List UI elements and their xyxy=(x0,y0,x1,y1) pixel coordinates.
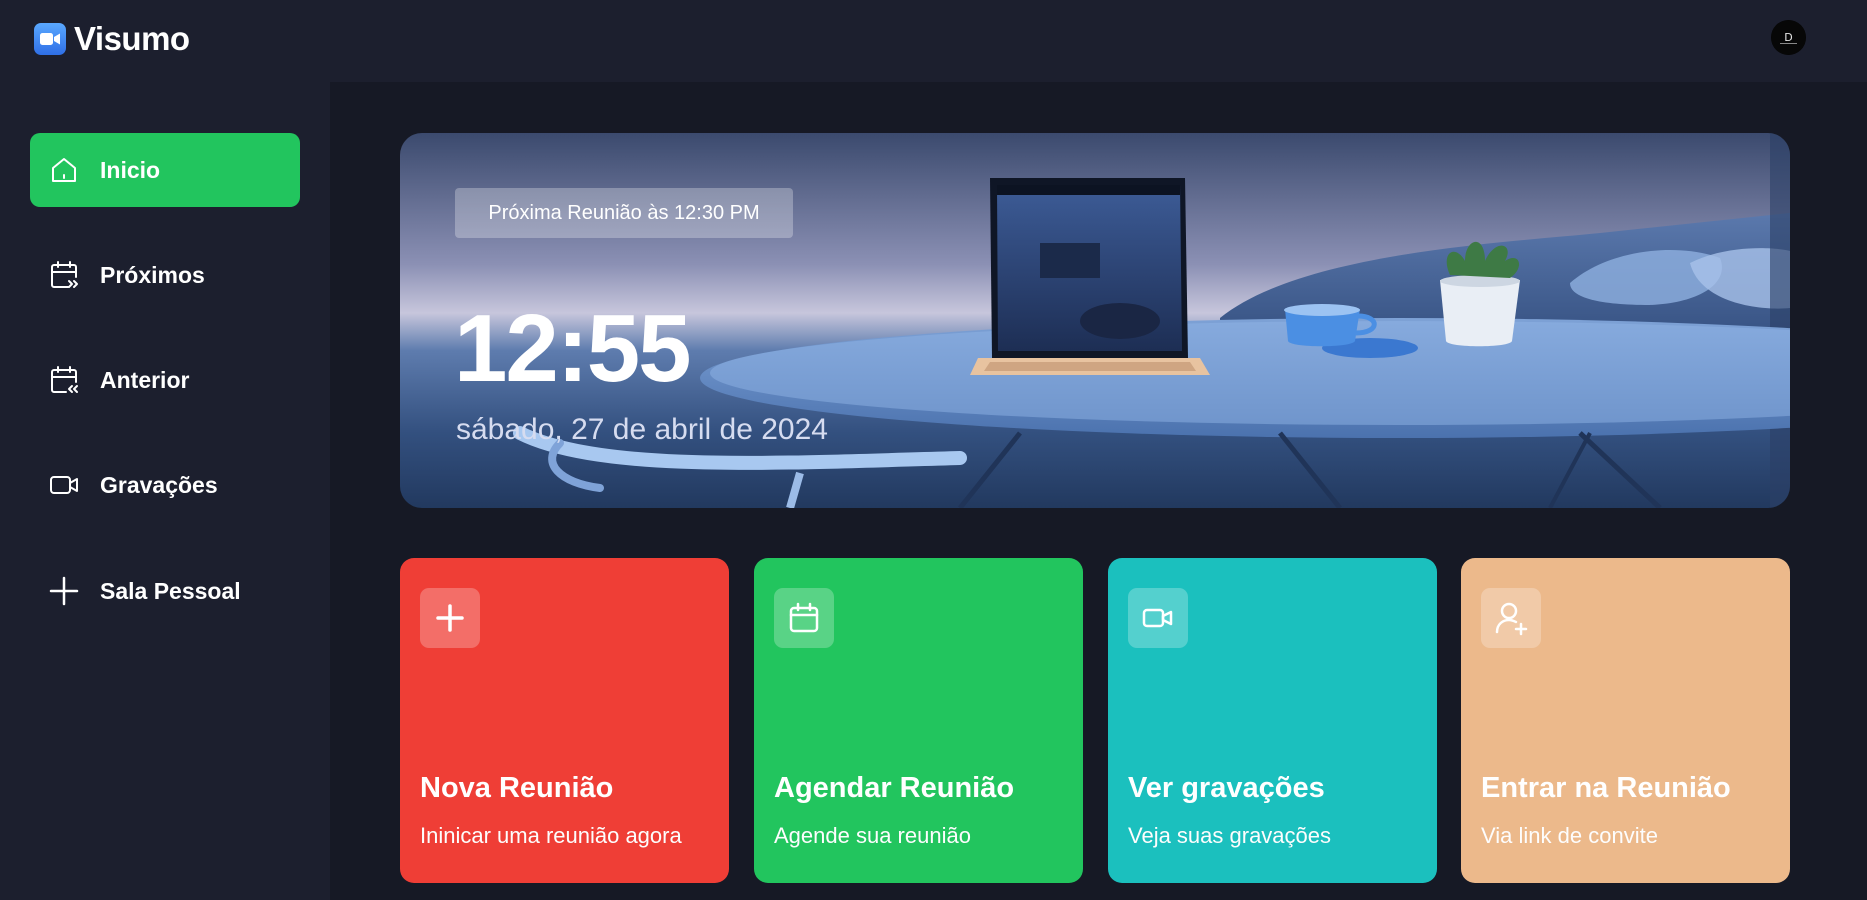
sidebar-item-label: Inicio xyxy=(100,156,161,183)
video-icon xyxy=(48,469,80,501)
card-subtitle: Via link de convite xyxy=(1481,823,1658,848)
brand[interactable]: Visumo xyxy=(34,20,190,58)
svg-text:D: D xyxy=(1784,31,1792,44)
current-time: 12:55 xyxy=(454,295,692,402)
current-date: sábado, 27 de abril de 2024 xyxy=(456,413,828,446)
home-icon xyxy=(48,154,80,186)
card-title: Entrar na Reunião xyxy=(1481,772,1731,804)
card-title: Ver gravações xyxy=(1128,772,1325,804)
sidebar-item-inicio[interactable]: Inicio xyxy=(30,133,300,207)
calendar-next-icon xyxy=(48,259,80,291)
calendar-previous-icon xyxy=(48,364,80,396)
card-subtitle: Agende sua reunião xyxy=(774,823,971,848)
sidebar-item-label: Próximos xyxy=(100,261,205,288)
video-camera-icon xyxy=(34,23,66,55)
card-subtitle: Veja suas gravações xyxy=(1128,823,1332,848)
next-meeting-badge: Próxima Reunião às 12:30 PM xyxy=(455,188,793,238)
sidebar-item-label: Sala Pessoal xyxy=(100,577,241,604)
sidebar-item-proximos[interactable]: Próximos xyxy=(30,238,300,312)
hero-banner: Próxima Reunião às 12:30 PM 12:55 sábado… xyxy=(400,133,1790,508)
plus-icon xyxy=(48,575,80,607)
sidebar-item-gravacoes[interactable]: Gravações xyxy=(30,448,300,522)
sidebar-item-anterior[interactable]: Anterior xyxy=(30,343,300,417)
sidebar-item-label: Anterior xyxy=(100,366,190,393)
top-bar: Visumo D xyxy=(0,0,1867,82)
avatar[interactable]: D xyxy=(1771,20,1806,55)
plus-icon xyxy=(420,588,480,648)
join-meeting-card[interactable]: Entrar na Reunião Via link de convite xyxy=(1461,558,1790,883)
card-subtitle: Ininicar uma reunião agora xyxy=(420,823,682,848)
brand-name: Visumo xyxy=(74,20,190,57)
sidebar-item-sala-pessoal[interactable]: Sala Pessoal xyxy=(30,554,300,628)
recordings-card[interactable]: Ver gravações Veja suas gravações xyxy=(1108,558,1437,883)
sidebar: Inicio Próximos Anterior Gravações Sala … xyxy=(0,82,330,900)
new-meeting-card[interactable]: Nova Reunião Ininicar uma reunião agora xyxy=(400,558,729,883)
card-title: Agendar Reunião xyxy=(774,772,1015,804)
schedule-meeting-card[interactable]: Agendar Reunião Agende sua reunião xyxy=(754,558,1083,883)
card-title: Nova Reunião xyxy=(420,772,614,804)
sidebar-item-label: Gravações xyxy=(100,471,218,498)
calendar-icon xyxy=(774,588,834,648)
user-plus-icon xyxy=(1481,588,1541,648)
video-icon xyxy=(1128,588,1188,648)
